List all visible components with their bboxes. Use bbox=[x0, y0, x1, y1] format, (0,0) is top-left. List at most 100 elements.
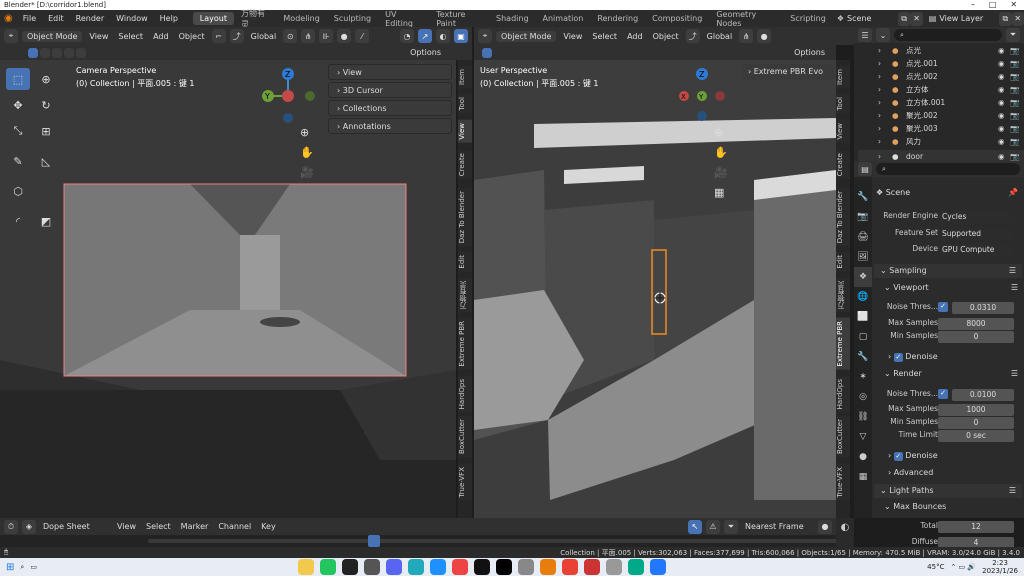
object-type-icon[interactable]: ⌐ bbox=[211, 29, 226, 43]
menu-view[interactable]: View bbox=[86, 32, 111, 41]
tl-menu-select[interactable]: Select bbox=[143, 522, 174, 531]
camera-render-icon[interactable]: 📷 bbox=[1010, 109, 1024, 122]
transform-orientation-icon-right[interactable]: ⤴ bbox=[685, 29, 700, 43]
select-subtract-icon[interactable] bbox=[52, 47, 62, 58]
options-dropdown-right[interactable]: Options bbox=[791, 48, 828, 57]
tab-extreme-pbr[interactable]: Extreme PBR bbox=[458, 318, 472, 370]
bevel-tool-icon[interactable]: ◜ bbox=[6, 210, 30, 232]
proportional-falloff-icon[interactable]: ⁄ bbox=[355, 29, 370, 43]
app-icon-4[interactable] bbox=[364, 559, 381, 575]
sampling-section[interactable]: ⌄ Sampling ☰ bbox=[874, 264, 1022, 278]
outliner-filter-icon[interactable]: ⏷ bbox=[1006, 28, 1020, 42]
scene-name[interactable]: Scene bbox=[844, 14, 898, 23]
max-bounces-subsection[interactable]: ⌄ Max Bounces bbox=[880, 502, 950, 511]
discord-icon[interactable] bbox=[386, 559, 403, 575]
annotate-tool-icon[interactable]: ✎ bbox=[6, 150, 30, 172]
tab-daz-r[interactable]: Daz To Blender bbox=[836, 188, 850, 247]
vp-denoise-checkbox[interactable]: ✓ bbox=[893, 353, 903, 362]
measure-tool-icon[interactable]: ◺ bbox=[34, 150, 58, 172]
delete-view-layer-icon[interactable]: ✕ bbox=[1011, 11, 1024, 26]
expand-arrow-icon[interactable]: › bbox=[858, 122, 881, 135]
outliner-row[interactable]: › ● 点光.002 ◉ 📷 bbox=[858, 70, 1024, 83]
tab-tool[interactable]: Tool bbox=[458, 94, 472, 114]
tab-item[interactable]: Item bbox=[458, 66, 472, 88]
gizmo-icon[interactable]: ↗ bbox=[418, 29, 432, 43]
tab-compositing[interactable]: Compositing bbox=[645, 12, 709, 25]
tab-item-r[interactable]: Item bbox=[836, 66, 850, 88]
time-limit-field[interactable]: 0 sec bbox=[938, 430, 1014, 442]
left-viewport[interactable]: ⬚ ⊕ ✥ ↻ ⤡ ⊞ ✎ ◺ ⬡ ◜ ◩ Camera Perspective… bbox=[0, 60, 456, 518]
tray-icons[interactable]: ⌃ ▭ 🔊 bbox=[950, 563, 976, 571]
vp-max-samples-field[interactable]: 8000 bbox=[938, 318, 1014, 330]
expand-arrow-icon[interactable]: › bbox=[858, 44, 881, 57]
filter-icon[interactable]: ⌄ bbox=[876, 28, 890, 42]
menu-help[interactable]: Help bbox=[154, 14, 184, 23]
select-invert-icon[interactable] bbox=[64, 47, 74, 58]
outliner-row[interactable]: › ● 风力 ◉ 📷 bbox=[858, 135, 1024, 148]
transform-orientation-right[interactable]: Global bbox=[704, 32, 736, 41]
dopesheet-dropdown[interactable]: Dope Sheet bbox=[40, 522, 110, 531]
panel-collections[interactable]: › Collections bbox=[328, 100, 452, 116]
vp-min-samples-field[interactable]: 0 bbox=[938, 331, 1014, 343]
pin-icon[interactable]: 📌 bbox=[1008, 188, 1018, 197]
right-viewport[interactable]: User Perspective (0) Collection | 平面.005… bbox=[474, 60, 836, 518]
show-errors-icon[interactable]: ⚠ bbox=[706, 519, 720, 534]
panel-view[interactable]: › View bbox=[328, 64, 452, 80]
snap-mode-dropdown[interactable]: Nearest Frame bbox=[742, 522, 814, 531]
capcut-icon[interactable] bbox=[496, 559, 513, 575]
tl-filter-icon[interactable]: ⏷ bbox=[724, 519, 738, 534]
search-icon[interactable]: ⌕ bbox=[20, 563, 24, 572]
outliner-row[interactable]: › ● 立方体.001 ◉ 📷 bbox=[858, 96, 1024, 109]
r-min-samples-field[interactable]: 0 bbox=[938, 417, 1014, 429]
r-noise-checkbox[interactable]: ✓ bbox=[938, 389, 948, 399]
camera-render-icon[interactable]: 📷 bbox=[1010, 44, 1024, 57]
windows-start-icon[interactable]: ⊞ bbox=[6, 562, 14, 573]
select-box-icon-right[interactable] bbox=[482, 47, 492, 58]
camera-view-icon-right[interactable]: 🎥 bbox=[714, 166, 728, 179]
select-extend-icon[interactable] bbox=[40, 47, 50, 58]
tab-modeling[interactable]: Modeling bbox=[276, 12, 326, 25]
tab-boxcutter[interactable]: BoxCutter bbox=[458, 416, 472, 458]
tab-extreme-pbr-r[interactable]: Extreme PBR bbox=[836, 318, 850, 370]
maximize-icon[interactable]: □ bbox=[989, 0, 997, 10]
expand-arrow-icon[interactable]: › bbox=[858, 109, 881, 122]
hide-viewport-icon[interactable]: ◉ bbox=[998, 135, 1010, 148]
mode-dropdown[interactable]: Object Mode bbox=[22, 30, 83, 42]
outliner-row[interactable]: › ● 聚光.003 ◉ 📷 bbox=[858, 122, 1024, 135]
outliner-search[interactable]: ⌕ bbox=[894, 29, 1002, 41]
hide-viewport-icon[interactable]: ◉ bbox=[998, 44, 1010, 57]
menu-render[interactable]: Render bbox=[70, 14, 110, 23]
proportional-edit-icon-right[interactable]: ● bbox=[757, 29, 772, 43]
tab-layout[interactable]: Layout bbox=[192, 12, 234, 25]
view-layer-name[interactable]: View Layer bbox=[936, 14, 999, 23]
timeline-editor-icon[interactable]: ⏱ bbox=[4, 519, 18, 534]
feature-set-dropdown[interactable]: Supported bbox=[938, 228, 1014, 240]
pivot-icon[interactable]: ⊙ bbox=[283, 29, 298, 43]
editor-type-icon-right[interactable]: ⌖ bbox=[478, 29, 492, 43]
scene-props-icon[interactable]: ❖ bbox=[854, 267, 872, 287]
menu-select[interactable]: Select bbox=[115, 32, 146, 41]
app-icon-9[interactable] bbox=[474, 559, 491, 575]
transform-orientation-icon[interactable]: ⤴ bbox=[229, 29, 244, 43]
outliner-row[interactable]: › ● 点光.001 ◉ 📷 bbox=[858, 57, 1024, 70]
pan-hand-icon-right[interactable]: ✋ bbox=[714, 146, 728, 159]
only-selected-icon[interactable]: ↖ bbox=[688, 519, 702, 534]
advanced-subsection[interactable]: › Advanced bbox=[888, 468, 933, 477]
rotate-tool-icon[interactable]: ↻ bbox=[34, 94, 58, 116]
tab-wanwu-side[interactable]: 万物有灵 bbox=[458, 278, 472, 312]
tab-hardops[interactable]: HardOps bbox=[458, 376, 472, 413]
app-icon-3[interactable] bbox=[342, 559, 359, 575]
options-dropdown[interactable]: Options bbox=[407, 48, 444, 57]
vp-noise-checkbox[interactable]: ✓ bbox=[938, 302, 948, 312]
menu-add-right[interactable]: Add bbox=[624, 32, 646, 41]
render-engine-dropdown[interactable]: Cycles bbox=[938, 211, 1014, 223]
camera-render-icon[interactable]: 📷 bbox=[1010, 135, 1024, 148]
outliner-editor-icon[interactable]: ☰ bbox=[858, 28, 872, 42]
navigation-gizmo[interactable]: Z Y bbox=[260, 66, 320, 126]
proportional-tl-icon[interactable]: ● bbox=[818, 519, 832, 534]
render-subsection[interactable]: ⌄ Render ☰ bbox=[880, 368, 1022, 381]
close-icon[interactable]: ✕ bbox=[1010, 0, 1017, 10]
app-icon-11[interactable] bbox=[518, 559, 535, 575]
menu-file[interactable]: File bbox=[17, 14, 42, 23]
app-icon-17[interactable] bbox=[650, 559, 667, 575]
